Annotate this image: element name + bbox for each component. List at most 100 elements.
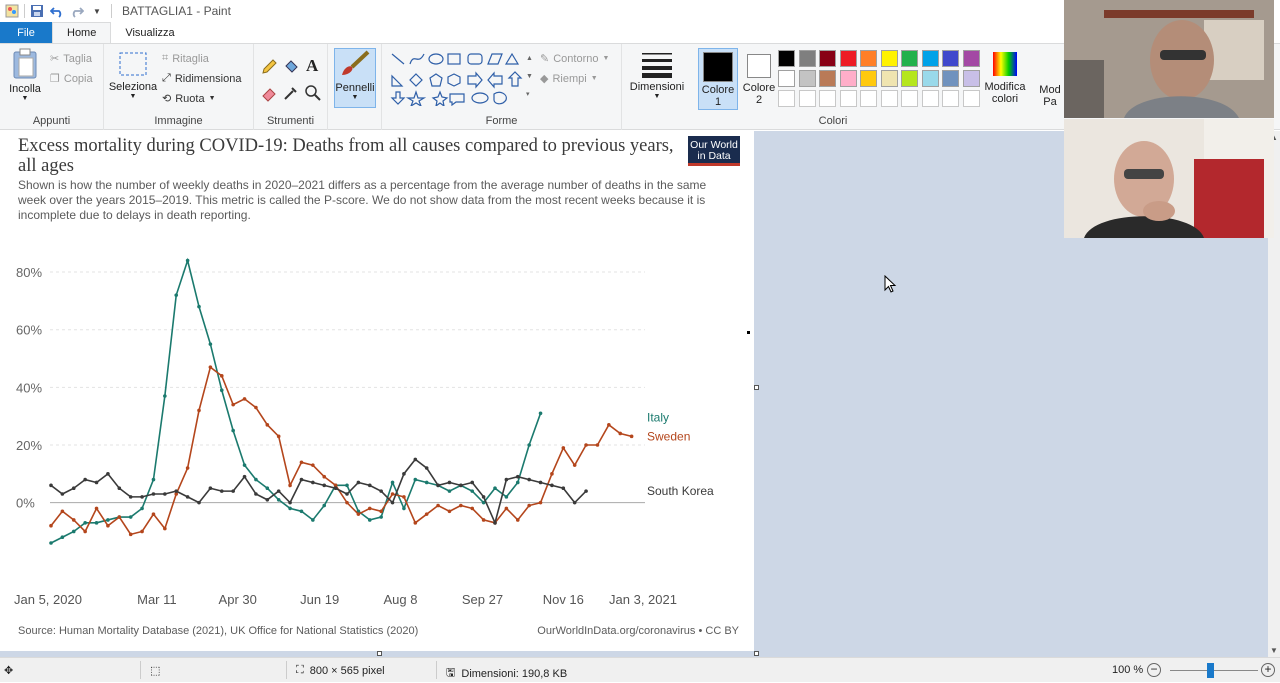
palette-swatch[interactable] (921, 70, 939, 87)
data-point (322, 483, 327, 488)
data-point (219, 374, 224, 378)
palette-swatch[interactable] (819, 70, 836, 87)
palette-swatch[interactable] (778, 50, 795, 67)
palette-swatch[interactable] (921, 50, 939, 67)
copy-button[interactable]: ❐ Copia (50, 72, 93, 86)
palette-swatch[interactable] (819, 50, 836, 67)
color1-button[interactable]: Colore 1 (698, 48, 738, 110)
data-point (311, 480, 315, 485)
data-point (561, 446, 566, 450)
rotate-button[interactable]: ⟲ Ruota ▼ (162, 92, 216, 106)
data-point (584, 489, 588, 493)
shapes-scroll[interactable]: ▲ ▼ ▾ (526, 50, 534, 104)
palette-swatch-empty[interactable] (819, 90, 836, 107)
palette-swatch[interactable] (839, 50, 857, 67)
resize-button[interactable]: ⤢ Ridimensiona (162, 72, 241, 85)
palette-swatch[interactable] (962, 50, 980, 67)
color2-button[interactable]: Colore 2 (740, 48, 778, 106)
data-point (538, 480, 543, 485)
pencil-icon[interactable] (260, 58, 278, 76)
file-size: 🖫 Dimensioni: 190,8 KB (446, 664, 567, 683)
palette-swatch[interactable] (942, 50, 959, 67)
palette-swatch-empty[interactable] (942, 90, 959, 107)
palette-swatch[interactable] (798, 50, 816, 67)
data-point (618, 431, 623, 436)
palette-swatch-empty[interactable] (921, 90, 939, 107)
palette-swatch[interactable] (880, 70, 898, 87)
crop-button[interactable]: ⌗ Ritaglia (162, 52, 209, 65)
resize-handle-corner[interactable] (754, 651, 759, 656)
palette-swatch-empty[interactable] (860, 90, 877, 107)
palette-swatch[interactable] (901, 70, 918, 87)
data-point (49, 483, 53, 488)
data-point (151, 492, 156, 496)
undo-icon[interactable] (49, 3, 65, 19)
data-point (94, 480, 99, 485)
palette-swatch[interactable] (880, 50, 898, 67)
data-point (60, 509, 65, 514)
zoom-slider-track[interactable] (1170, 670, 1258, 671)
magnifier-icon[interactable] (304, 84, 322, 102)
outline-button[interactable]: ✎ Contorno ▼ (540, 52, 609, 66)
data-point (71, 486, 76, 491)
palette-swatch-empty[interactable] (901, 90, 918, 107)
palette-swatch-empty[interactable] (839, 90, 857, 107)
paint-canvas[interactable]: Excess mortality during COVID-19: Deaths… (0, 131, 754, 651)
palette-swatch[interactable] (901, 50, 918, 67)
select-button[interactable]: Seleziona ▼ (106, 50, 160, 100)
palette-swatch[interactable] (839, 70, 857, 87)
edit-colors-button[interactable]: Modifica colori (980, 50, 1030, 105)
series-line (50, 365, 632, 536)
eraser-icon[interactable] (260, 84, 278, 102)
move-cursor-icon: ✥ (4, 665, 14, 677)
tab-file[interactable]: File (0, 22, 52, 43)
paint3d-button[interactable]: Mod Pa (1038, 84, 1062, 108)
data-point (208, 486, 213, 491)
zoom-out-icon[interactable]: − (1147, 663, 1161, 677)
data-point (197, 408, 201, 413)
data-point (106, 518, 110, 522)
cut-button[interactable]: ✂ Taglia (50, 52, 92, 66)
palette-swatch-empty[interactable] (880, 90, 898, 107)
data-point (356, 480, 361, 485)
size-button[interactable]: Dimensioni ▼ (626, 50, 688, 100)
customize-quick-access-icon[interactable]: ▼ (89, 3, 105, 19)
data-point (527, 443, 531, 447)
redo-icon[interactable] (69, 3, 85, 19)
palette-swatch[interactable] (778, 70, 795, 87)
resize-handle-bottom[interactable] (377, 651, 382, 656)
palette-swatch[interactable] (962, 70, 980, 87)
palette-swatch[interactable] (942, 70, 959, 87)
color-picker-icon[interactable] (282, 84, 300, 102)
tab-home[interactable]: Home (52, 22, 112, 43)
data-point (106, 472, 110, 476)
zoom-slider-thumb[interactable] (1207, 663, 1214, 678)
data-point (356, 512, 361, 516)
palette-swatch[interactable] (860, 70, 877, 87)
shapes-gallery[interactable] (388, 50, 524, 106)
palette-swatch-empty[interactable] (778, 90, 795, 107)
paste-button[interactable]: Incolla ▼ (4, 48, 46, 102)
data-point (424, 512, 429, 516)
zoom-in-icon[interactable]: + (1261, 663, 1275, 677)
palette-swatch-empty[interactable] (962, 90, 980, 107)
text-tool-icon[interactable]: A (304, 56, 322, 74)
chart-subtitle: Shown is how the number of weekly deaths… (18, 178, 707, 222)
data-point (288, 506, 292, 511)
save-icon[interactable] (29, 3, 45, 19)
data-point (470, 489, 475, 493)
status-bar: ✥ ⬚ ⛶ 800 × 565 pixel 🖫 Dimensioni: 190,8 … (0, 657, 1280, 682)
tab-view[interactable]: Visualizza (111, 22, 188, 43)
fill-button[interactable]: ◆ Riempi ▼ (540, 72, 598, 86)
data-point (572, 500, 577, 505)
palette-swatch[interactable] (860, 50, 877, 67)
palette-swatch-empty[interactable] (798, 90, 816, 107)
fill-bucket-icon[interactable] (282, 58, 300, 76)
data-point (322, 474, 327, 479)
resize-handle-right[interactable] (754, 385, 759, 390)
palette-swatch[interactable] (798, 70, 816, 87)
rotate-label: Ruota (175, 92, 205, 105)
outline-icon: ✎ (540, 53, 550, 65)
brushes-button[interactable]: Pennelli ▼ (334, 48, 376, 108)
scroll-down-icon[interactable]: ▼ (1270, 646, 1278, 655)
